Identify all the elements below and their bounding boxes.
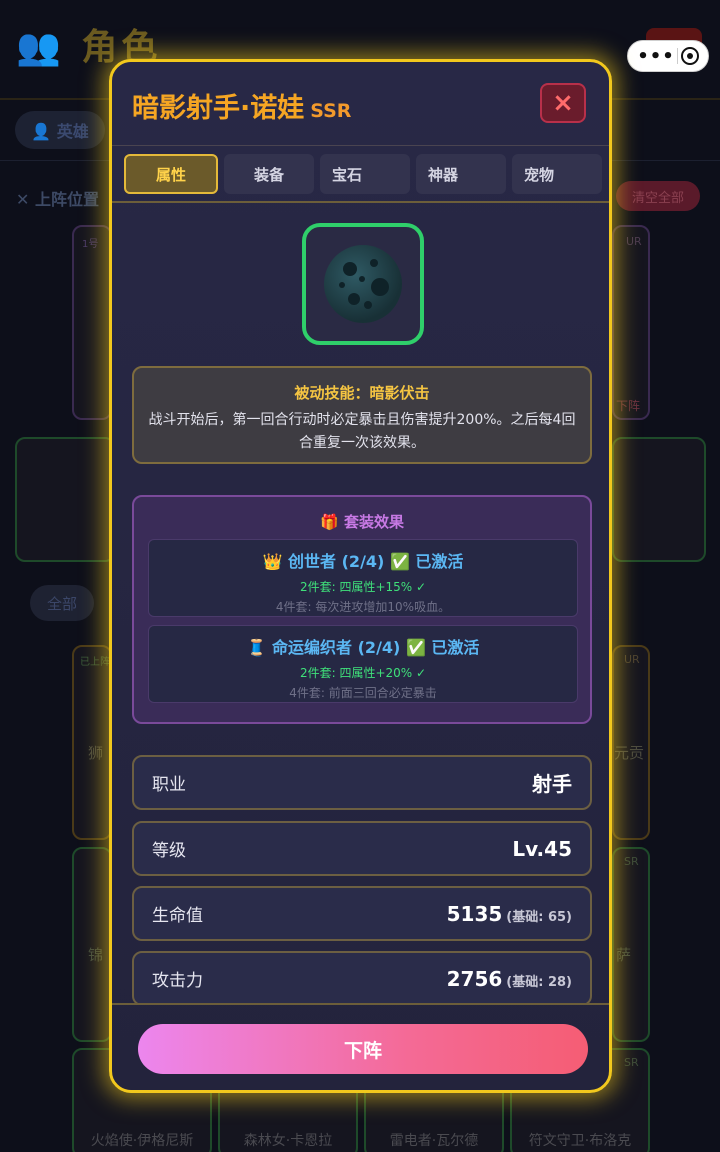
skill-description: 战斗开始后，第一回合行动时必定暴击且伤害提升200%。之后每4回合重复一次该效果… <box>148 412 576 451</box>
hero-title: 暗影射手·诺娃 SSR <box>132 86 351 125</box>
skill-title: 被动技能：暗影伏击 <box>294 384 430 402</box>
tab-gems[interactable]: 宝石 <box>320 154 410 194</box>
hero-portrait <box>302 223 424 345</box>
close-button[interactable]: × <box>540 83 586 123</box>
rarity-badge: UR <box>626 235 642 248</box>
hero-card-name: 符文守卫·布洛克 <box>528 1133 632 1149</box>
stat-row-class: 职业 射手 <box>132 755 592 810</box>
remove-from-team-button[interactable]: 下阵 <box>138 1024 588 1074</box>
panel-left <box>15 437 115 562</box>
set-card-creator: 👑 创世者 (2/4) ✅ 已激活 2件套: 四属性+15% ✓ 4件套: 每次… <box>148 539 578 617</box>
formation-label: ✕ 上阵位置 <box>16 190 99 209</box>
attributes-panel[interactable]: 被动技能：暗影伏击 战斗开始后，第一回合行动时必定暴击且伤害提升200%。之后每… <box>112 203 609 1003</box>
hero-card-name: 火焰使·伊格尼斯 <box>90 1133 194 1149</box>
hero-card[interactable]: UR 元贡 <box>612 645 650 840</box>
hero-detail-modal: 暗影射手·诺娃 SSR × 属性 装备 宝石 神器 宠物 被动技能：暗影伏击 战… <box>109 59 612 1093</box>
hero-card-name: 元贡 <box>614 744 645 762</box>
modal-header: 暗影射手·诺娃 SSR × <box>112 62 609 146</box>
stat-label: 等级 <box>152 841 186 861</box>
passive-skill-box: 被动技能：暗影伏击 战斗开始后，第一回合行动时必定暴击且伤害提升200%。之后每… <box>132 366 592 464</box>
hero-card-name: 锦 <box>88 946 104 964</box>
hero-name: 暗影射手·诺娃 <box>132 93 305 124</box>
set-status: ✅ 已激活 <box>389 552 464 571</box>
tab-equipment[interactable]: 装备 <box>224 154 314 194</box>
stat-base: (基础: 28) <box>506 974 572 990</box>
stat-value: 射手 <box>532 772 572 796</box>
stat-row-attack: 攻击力 2756 (基础: 28) <box>132 951 592 1003</box>
set-bonus-4: 4件套: 前面三回合必定暴击 <box>289 686 437 700</box>
rarity-badge: SR <box>624 1056 639 1069</box>
stat-value-wrap: 2756 (基础: 28) <box>447 967 572 991</box>
stat-value: 2756 <box>446 966 503 991</box>
rarity-badge: SR <box>624 855 639 868</box>
stat-value: 5135 <box>446 901 503 926</box>
stat-value: Lv.45 <box>512 836 572 861</box>
set-name: 👑 创世者 (2/4) ✅ 已激活 <box>262 552 464 571</box>
hero-card-name: 狮 <box>88 744 104 762</box>
hero-card[interactable]: 已上阵 狮 <box>72 645 112 840</box>
set-bonus-4: 4件套: 每次进攻增加10%吸血。 <box>275 600 451 614</box>
stat-value-wrap: Lv.45 <box>512 837 572 861</box>
close-icon[interactable]: × <box>552 88 574 118</box>
miniprogram-capsule[interactable]: ••• <box>627 40 709 72</box>
set-effects-title: 🎁 套装效果 <box>320 513 404 531</box>
tab-artifacts[interactable]: 神器 <box>416 154 506 194</box>
crown-icon: 👑 <box>262 552 283 571</box>
deployed-badge: 已上阵 <box>80 657 110 668</box>
detail-tabs: 属性 装备 宝石 神器 宠物 <box>124 154 604 194</box>
hero-card[interactable]: 锦 <box>72 847 112 1042</box>
hero-card-name: 雷电者·瓦尔德 <box>389 1133 479 1149</box>
set-bonus-2: 2件套: 四属性+20% ✓ <box>299 666 427 680</box>
tab-attributes[interactable]: 属性 <box>124 154 218 194</box>
stat-label: 生命值 <box>152 906 203 926</box>
remove-button[interactable]: 下阵 <box>616 397 640 414</box>
stat-value-wrap: 5135 (基础: 65) <box>447 902 572 926</box>
mini-program-close-icon[interactable] <box>680 47 699 65</box>
footer-divider <box>112 1003 609 1005</box>
rarity-badge: UR <box>624 653 640 666</box>
stat-base: (基础: 65) <box>506 909 572 925</box>
capsule-divider <box>677 48 679 64</box>
stat-value-wrap: 射手 <box>532 768 572 797</box>
stat-label: 职业 <box>152 775 186 795</box>
more-dots-icon[interactable]: ••• <box>637 46 675 67</box>
set-status: ✅ 已激活 <box>405 638 480 657</box>
stat-label: 攻击力 <box>152 971 203 991</box>
panel-right <box>612 437 706 562</box>
hero-card[interactable]: SR 萨 <box>612 847 650 1042</box>
slot-badge: 1号 <box>82 239 99 250</box>
formation-slot-card[interactable]: UR 下阵 <box>612 225 650 420</box>
tab-heroes[interactable]: 👤 英雄 <box>15 111 105 149</box>
clear-all-button[interactable]: 清空全部 <box>616 181 700 211</box>
tab-pets[interactable]: 宠物 <box>512 154 602 194</box>
set-card-fate-weaver: 🧵 命运编织者 (2/4) ✅ 已激活 2件套: 四属性+20% ✓ 4件套: … <box>148 625 578 703</box>
dark-moon-icon <box>324 245 402 323</box>
thread-spool-icon: 🧵 <box>246 638 267 657</box>
set-bonus-2: 2件套: 四属性+15% ✓ <box>299 580 427 594</box>
set-effects-box: 🎁 套装效果 👑 创世者 (2/4) ✅ 已激活 2件套: 四属性+15% ✓ … <box>132 495 592 724</box>
hero-card-name: 萨 <box>616 946 632 964</box>
hero-card-name: 森林女·卡恩拉 <box>243 1133 333 1149</box>
set-name: 🧵 命运编织者 (2/4) ✅ 已激活 <box>246 638 480 657</box>
stat-row-level: 等级 Lv.45 <box>132 821 592 876</box>
rarity-badge: SSR <box>310 100 352 122</box>
stat-row-hp: 生命值 5135 (基础: 65) <box>132 886 592 941</box>
filter-all[interactable]: 全部 <box>30 585 94 621</box>
formation-slot-card[interactable]: 1号 <box>72 225 112 420</box>
